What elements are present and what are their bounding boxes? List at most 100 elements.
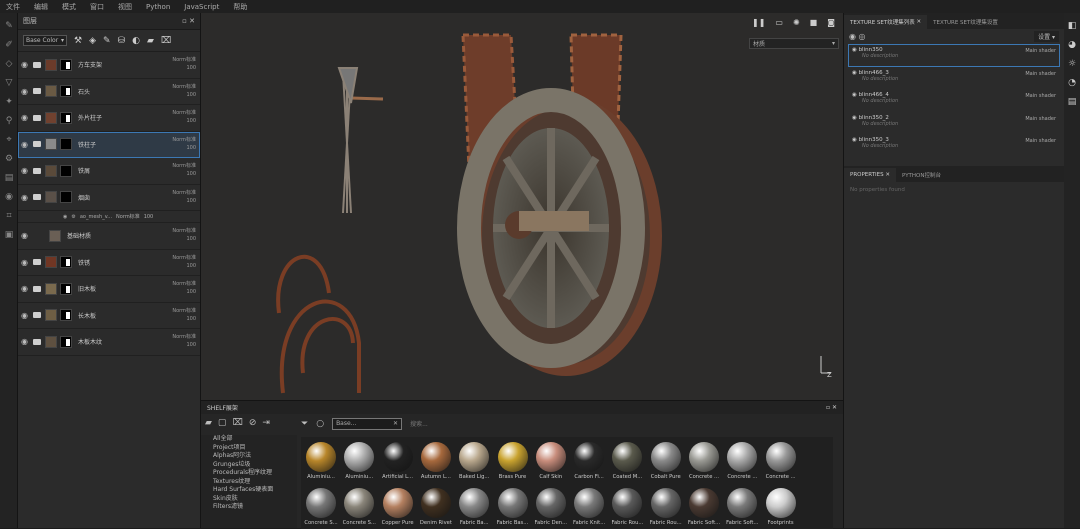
layer-row[interactable]: ◉ 铁屑 Norm标准 100 <box>18 158 200 185</box>
blend-mode[interactable]: Norm标准 <box>172 136 196 144</box>
layer-mask-thumbnail[interactable] <box>60 58 72 71</box>
folder-icon[interactable]: ▰ <box>205 418 212 428</box>
shelf-category[interactable]: Project项目 <box>201 444 297 453</box>
menu-item[interactable]: JavaScript <box>184 3 219 11</box>
layer-mask-thumbnail[interactable] <box>60 85 72 98</box>
shelf-category[interactable]: Alphas阿尔法 <box>201 452 297 461</box>
opacity-value[interactable]: 100 <box>172 170 196 178</box>
opacity-value[interactable]: 100 <box>172 341 196 349</box>
material-item[interactable]: Concrete ... <box>763 439 799 485</box>
layer-mask-thumbnail[interactable] <box>60 191 72 204</box>
add-effect-icon[interactable]: ◈ <box>89 36 96 46</box>
menu-item[interactable]: 模式 <box>62 2 76 12</box>
shelf-filter-chip[interactable]: Base... ✕ <box>332 417 403 430</box>
visibility-eye-icon[interactable]: ◉ <box>21 60 29 69</box>
visibility-eye-icon[interactable]: ◉ <box>21 87 29 96</box>
visibility-eye-icon[interactable]: ◉ <box>21 284 29 293</box>
layer-row[interactable]: ◉ 木板木纹 Norm标准 100 <box>18 329 200 356</box>
shelf-search-input[interactable]: 搜索... <box>410 419 428 428</box>
layer-row[interactable]: ◉ 旧木板 Norm标准 100 <box>18 276 200 303</box>
shelf-category[interactable]: All全部 <box>201 435 297 444</box>
opacity-value[interactable]: 100 <box>172 315 196 323</box>
settings-icon[interactable]: ⚙ <box>3 153 15 165</box>
material-item[interactable]: Fabric Knit... <box>571 485 607 529</box>
blend-mode[interactable]: Norm标准 <box>116 213 140 220</box>
visibility-eye-icon[interactable]: ◉ <box>21 113 29 122</box>
texture-set-item[interactable]: ◉ blinn466_3 No description Main shader <box>848 67 1060 90</box>
blend-mode[interactable]: Norm标准 <box>172 56 196 64</box>
material-item[interactable]: Calf Skin <box>533 439 569 485</box>
menu-item[interactable]: 视图 <box>118 2 132 12</box>
menu-item[interactable]: 文件 <box>6 2 20 12</box>
sphere-icon[interactable]: ◉ <box>3 191 15 203</box>
layer-row[interactable]: ◉ 方车支架 Norm标准 100 <box>18 52 200 79</box>
shader-select[interactable]: Main shader <box>1025 93 1056 99</box>
mask-icon[interactable]: ◐ <box>132 36 140 46</box>
picker-icon[interactable]: ⌖ <box>3 134 15 146</box>
trash-icon[interactable]: ⌧ <box>161 36 171 46</box>
smudge-icon[interactable]: ✦ <box>3 96 15 108</box>
opacity-value[interactable]: 100 <box>172 197 196 205</box>
blend-mode[interactable]: Norm标准 <box>172 227 196 235</box>
sphere-preview-icon[interactable]: ○ <box>316 419 324 429</box>
eye-icon[interactable]: ◉ <box>852 47 857 53</box>
opacity-value[interactable]: 100 <box>172 117 196 125</box>
layer-row[interactable]: ◉ 铁锈 Norm标准 100 <box>18 250 200 276</box>
material-item[interactable]: Fabric Den... <box>533 485 569 529</box>
tab-texture-set-settings[interactable]: TEXTURE SET纹理集设置 <box>927 15 1004 29</box>
layer-mask-thumbnail[interactable] <box>60 111 72 124</box>
eye-icon[interactable]: ◉ <box>852 137 857 143</box>
eraser-icon[interactable]: ✐ <box>3 39 15 51</box>
hide-icon[interactable]: ⊘ <box>249 418 257 428</box>
blend-mode[interactable]: Norm标准 <box>172 83 196 91</box>
material-item[interactable]: Copper Pure <box>380 485 416 529</box>
brush-icon[interactable]: ✎ <box>3 20 15 32</box>
paint-layer-icon[interactable]: ✎ <box>103 36 111 46</box>
eye-icon[interactable]: ◉ <box>852 92 857 98</box>
material-item[interactable]: Fabric Rou... <box>648 485 684 529</box>
material-item[interactable]: Aluminiu... <box>303 439 339 485</box>
visibility-eye-icon[interactable]: ◉ <box>21 140 29 149</box>
opacity-value[interactable]: 100 <box>172 64 196 72</box>
material-item[interactable]: Fabric Ba... <box>456 485 492 529</box>
shelf-close-icon[interactable]: ▫ ✕ <box>826 404 837 411</box>
opacity-value[interactable]: 100 <box>172 288 196 296</box>
visibility-eye-icon[interactable]: ◉ <box>21 231 29 240</box>
shelf-category[interactable]: Skin皮肤 <box>201 495 297 504</box>
channel-select[interactable]: Base Color ▾ <box>23 35 67 46</box>
material-item[interactable]: Concrete ... <box>686 439 722 485</box>
new-icon[interactable]: ▢ <box>218 418 227 428</box>
layer-row[interactable]: ◉ 长木板 Norm标准 100 <box>18 303 200 329</box>
visibility-eye-icon[interactable]: ◉ <box>21 166 29 175</box>
visibility-eye-icon[interactable]: ◉ <box>21 311 29 320</box>
menu-item[interactable]: 窗口 <box>90 2 104 12</box>
shelf-category[interactable]: Grunges垃圾 <box>201 461 297 470</box>
opacity-value[interactable]: 100 <box>144 214 154 220</box>
material-item[interactable]: Concrete S... <box>303 485 339 529</box>
tab-texture-set-list[interactable]: TEXTURE SET纹理集列表 ✕ <box>844 15 928 29</box>
material-item[interactable]: Denim Rivet <box>418 485 454 529</box>
shader-select[interactable]: Main shader <box>1025 116 1056 122</box>
layer-mask-thumbnail[interactable] <box>60 138 72 151</box>
eye-icon[interactable]: ◉ <box>852 115 857 121</box>
material-item[interactable]: Artificial L... <box>380 439 416 485</box>
material-item[interactable]: Coated M... <box>609 439 645 485</box>
texture-set-item[interactable]: ◉ blinn350_3 No description Main shader <box>848 134 1060 157</box>
texture-set-item[interactable]: ◉ blinn350_2 No description Main shader <box>848 112 1060 135</box>
opacity-value[interactable]: 100 <box>172 144 196 152</box>
layer-row[interactable]: ◉ 基础材质 Norm标准 100 <box>18 223 200 250</box>
clone-icon[interactable]: ⚲ <box>3 115 15 127</box>
display-icon[interactable]: ☼ <box>1066 58 1078 70</box>
blend-mode[interactable]: Norm标准 <box>172 162 196 170</box>
material-item[interactable]: Fabric Rou... <box>609 485 645 529</box>
document-icon[interactable]: ▣ <box>3 229 15 241</box>
tab-python-console[interactable]: PYTHON控制台 <box>896 168 947 182</box>
material-item[interactable]: Carbon Fi... <box>571 439 607 485</box>
shader-select[interactable]: Main shader <box>1025 138 1056 144</box>
material-item[interactable]: Concrete S... <box>341 485 377 529</box>
opacity-value[interactable]: 100 <box>172 235 196 243</box>
layer-mask-thumbnail[interactable] <box>60 256 72 269</box>
history-icon[interactable]: ◔ <box>1066 77 1078 89</box>
import-icon[interactable]: ⇥ <box>262 418 270 428</box>
trash-icon[interactable]: ⌧ <box>232 418 242 428</box>
